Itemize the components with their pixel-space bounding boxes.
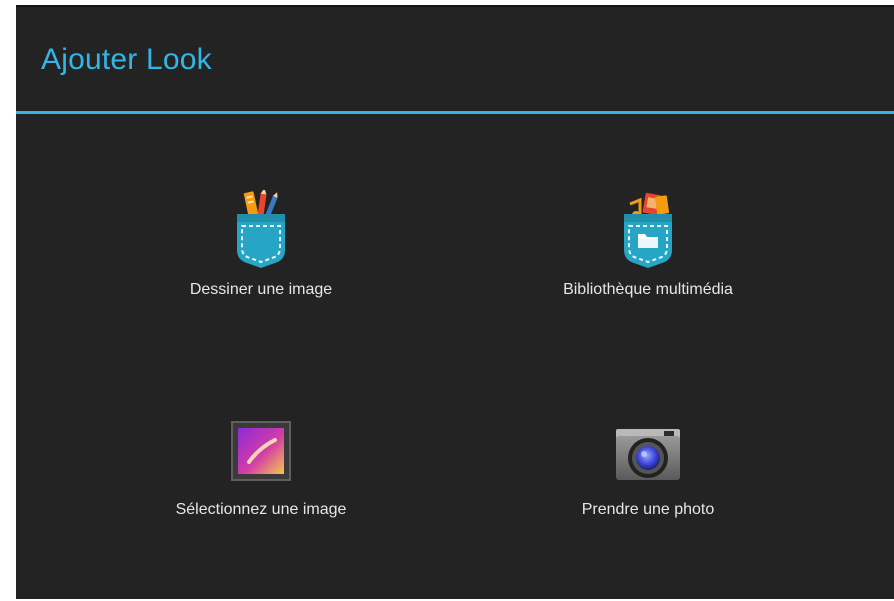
media-library-label: Bibliothèque multimédia [563,281,733,298]
select-image-option[interactable]: Sélectionnez une image [111,412,411,522]
pocket-pencils-icon [237,190,285,268]
take-photo-option[interactable]: Prendre une photo [498,412,798,522]
gallery-image-icon [231,421,291,481]
take-photo-label: Prendre une photo [581,501,715,518]
select-image-label: Sélectionnez une image [175,501,347,518]
add-look-dialog: Ajouter Look Dessiner une image Biblioth… [16,5,894,599]
pocket-media-icon [624,192,672,268]
dialog-title: Ajouter Look [41,43,212,76]
draw-image-label: Dessiner une image [189,281,333,298]
draw-image-option[interactable]: Dessiner une image [111,190,411,300]
camera-icon [616,429,680,480]
media-library-option[interactable]: Bibliothèque multimédia [498,190,798,300]
dialog-header: Ajouter Look [16,7,894,111]
title-divider [16,111,894,114]
